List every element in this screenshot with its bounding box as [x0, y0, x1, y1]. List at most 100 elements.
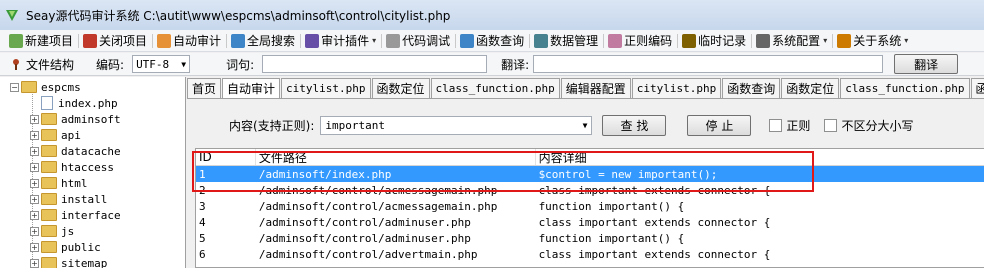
toolbar-item-1[interactable]: 关闭项目 [80, 31, 151, 51]
tree-item-label: html [61, 176, 88, 190]
tab-9[interactable]: class_function.php [840, 78, 970, 98]
chevron-down-icon: ▾ [904, 36, 909, 45]
toolbar-item-9[interactable]: 临时记录 [679, 31, 750, 51]
tree-item-label: install [61, 192, 108, 206]
php-file-icon [41, 96, 53, 110]
toolbar-item-2[interactable]: 自动审计 [154, 31, 225, 51]
gear-icon [756, 33, 771, 48]
tree-item-label: public [61, 240, 101, 254]
tree-item-adminsoft[interactable]: + adminsoft [30, 111, 121, 127]
tab-8[interactable]: 函数定位 [781, 78, 840, 98]
data-manage-icon [534, 33, 549, 48]
cell-path: /adminsoft/control/acmessagemain.php [258, 199, 498, 213]
translate-input[interactable] [533, 55, 884, 73]
tab-10[interactable]: 函数 [970, 78, 984, 98]
cell-id: 3 [199, 199, 206, 213]
expand-icon[interactable]: + [30, 146, 39, 156]
expand-icon[interactable]: + [30, 194, 39, 204]
tree-item-sitemap[interactable]: + sitemap [30, 255, 107, 268]
toolbar-separator [152, 33, 154, 48]
tree-item-label: adminsoft [61, 112, 121, 126]
cell-content: function important() { [538, 199, 685, 213]
folder-icon [41, 257, 57, 268]
tab-0[interactable]: 首页 [187, 78, 222, 98]
highlight-annotation-box [192, 151, 814, 192]
encoding-select[interactable]: UTF-8 ▼ [132, 55, 191, 73]
encoding-value: UTF-8 [136, 57, 170, 71]
tree-item-index-php[interactable]: index.php [30, 95, 118, 111]
toolbar-item-4[interactable]: 审计插件 ▾ [302, 31, 380, 51]
toolbar-item-label: 关闭项目 [99, 34, 148, 48]
tree-item-label: datacache [61, 144, 121, 158]
regex-checkbox[interactable]: 正则 [769, 117, 810, 134]
table-row[interactable]: 5/adminsoft/control/adminuser.php functio… [196, 230, 984, 246]
toolbar-item-10[interactable]: 系统配置 ▾ [753, 31, 831, 51]
toolbar-item-3[interactable]: 全局搜索 [228, 31, 299, 51]
expand-icon[interactable]: + [30, 162, 39, 172]
expand-icon[interactable]: + [30, 242, 39, 252]
tab-4[interactable]: class_function.php [430, 78, 560, 98]
tree-item-html[interactable]: + html [30, 175, 88, 191]
stop-button[interactable]: 停 止 [687, 115, 752, 136]
cell-id: 5 [199, 231, 206, 245]
toolbar-separator [677, 33, 679, 48]
expand-icon[interactable]: + [30, 258, 39, 268]
tab-3[interactable]: 函数定位 [371, 78, 430, 98]
tab-7[interactable]: 函数查询 [722, 78, 781, 98]
table-row[interactable]: 4/adminsoft/control/adminuser.php class i… [196, 214, 984, 230]
folder-icon [41, 161, 57, 173]
table-row[interactable]: 3/adminsoft/control/acmessagemain.php fun… [196, 198, 984, 214]
tab-2[interactable]: citylist.php [281, 78, 371, 98]
search-button[interactable]: 查 找 [602, 115, 667, 136]
toolbar-item-11[interactable]: 关于系统 ▾ [834, 31, 912, 51]
content-label: 内容(支持正则): [229, 119, 315, 133]
toolbar-item-5[interactable]: 代码调试 [383, 31, 454, 51]
tree-item-interface[interactable]: + interface [30, 207, 121, 223]
tree-item-root[interactable]: − espcms [10, 79, 81, 95]
expand-icon[interactable]: + [30, 114, 39, 124]
translate-button[interactable]: 翻译 [894, 54, 959, 74]
tab-6[interactable]: citylist.php [631, 78, 722, 98]
case-insensitive-checkbox[interactable]: 不区分大小写 [824, 117, 913, 134]
tree-item-datacache[interactable]: + datacache [30, 143, 121, 159]
tab-5[interactable]: 编辑器配置 [560, 78, 631, 98]
toolbar-separator [381, 33, 383, 48]
expand-icon[interactable]: + [30, 226, 39, 236]
toolbar-item-6[interactable]: 函数查询 [457, 31, 528, 51]
regex-label: 正则 [786, 119, 811, 133]
collapse-icon[interactable]: − [10, 82, 19, 92]
folder-icon [41, 225, 57, 237]
expand-icon[interactable]: + [30, 210, 39, 220]
tree-item-htaccess[interactable]: + htaccess [30, 159, 114, 175]
toolbar-item-0[interactable]: 新建项目 [6, 31, 77, 51]
cell-id: 6 [199, 247, 206, 261]
folder-icon [41, 209, 57, 221]
file-structure-toggle[interactable]: 文件结构 [10, 56, 74, 73]
tree-item-install[interactable]: + install [30, 191, 107, 207]
file-structure-label: 文件结构 [26, 57, 75, 72]
word-input[interactable] [262, 55, 488, 73]
search-input[interactable]: important ▼ [320, 116, 593, 135]
file-tree[interactable]: − espcms index.php + adminsoft + api + datacache… [0, 77, 186, 268]
folder-icon [41, 113, 57, 125]
secondary-toolbar: 文件结构 编码: UTF-8 ▼ 词句: 翻译: 翻译 [0, 53, 984, 76]
cell-id: 4 [199, 215, 206, 229]
about-icon [837, 33, 852, 48]
toolbar-item-7[interactable]: 数据管理 [531, 31, 602, 51]
tab-1[interactable]: 自动审计 [222, 78, 281, 98]
tree-item-public[interactable]: + public [30, 239, 101, 255]
toolbar-item-8[interactable]: 正则编码 [605, 31, 676, 51]
tree-item-js[interactable]: + js [30, 223, 74, 239]
word-label: 词句: [226, 57, 255, 72]
chevron-down-icon[interactable]: ▼ [583, 121, 588, 130]
expand-icon[interactable]: + [30, 178, 39, 188]
expand-icon[interactable]: + [30, 130, 39, 140]
regex-encode-icon [608, 33, 623, 48]
cell-content: class important extends connector { [538, 247, 771, 261]
table-row[interactable]: 6/adminsoft/control/advertmain.php class … [196, 246, 984, 262]
close-project-icon [83, 33, 98, 48]
global-search-icon [231, 33, 246, 48]
toolbar-separator [529, 33, 531, 48]
tree-item-api[interactable]: + api [30, 127, 81, 143]
folder-icon [41, 193, 57, 205]
